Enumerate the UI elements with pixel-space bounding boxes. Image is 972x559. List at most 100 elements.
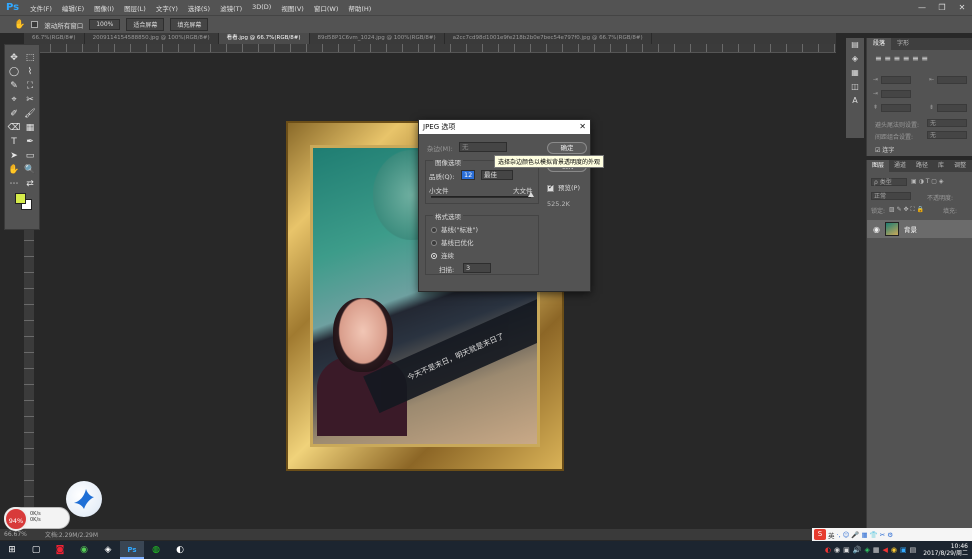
format-option[interactable]: 连续	[431, 250, 454, 260]
emoji-icon[interactable]: ☺	[843, 531, 850, 539]
swatches-icon[interactable]: ▦	[846, 66, 864, 80]
tray-app-icon[interactable]: ▣	[843, 546, 850, 554]
healing-brush-icon[interactable]: ⌖	[6, 93, 22, 107]
lasso-tool-icon[interactable]: ◯	[6, 65, 22, 79]
type-tool-icon[interactable]: T	[6, 135, 22, 149]
qq-icon[interactable]: ◈	[96, 541, 120, 559]
tab-document-active[interactable]: 看看.jpg @ 66.7%(RGB/8#)	[218, 33, 310, 44]
brush-tool-icon[interactable]: 🖌	[22, 107, 38, 121]
path-tool-icon[interactable]: ✒	[22, 135, 38, 149]
crop-tool-icon[interactable]: ⛶	[22, 79, 38, 93]
gradient-tool-icon[interactable]: ▦	[22, 121, 38, 135]
quality-slider[interactable]	[431, 196, 531, 198]
hand-icon[interactable]: ✋	[14, 20, 25, 30]
check-icon[interactable]	[547, 183, 554, 192]
layer-row[interactable]: ◉ 背景	[867, 220, 972, 238]
memory-percent-badge[interactable]: 94%	[4, 507, 28, 531]
sogou-icon[interactable]: S	[814, 529, 826, 540]
maximize-button[interactable]: ❐	[932, 0, 952, 15]
filezilla-icon[interactable]: ◙	[48, 541, 72, 559]
bird-assistant-icon[interactable]	[66, 481, 102, 517]
settings-icon[interactable]: ⚙	[887, 531, 893, 539]
properties-icon[interactable]: ◈	[846, 52, 864, 66]
lock-icons[interactable]: ▨ ✎ ✥ ⛶ 🔒	[889, 206, 924, 214]
wechat-icon[interactable]: ◍	[144, 541, 168, 559]
kinsoku-select[interactable]: 无	[927, 119, 967, 127]
tab-layers[interactable]: 图层	[867, 160, 890, 172]
ime-language[interactable]: 英	[828, 530, 835, 540]
swap-colors-icon[interactable]: ⇄	[22, 177, 38, 191]
align-icons[interactable]: ≡ ≡ ≡ ≡ ≡ ≡	[875, 54, 928, 63]
microphone-icon[interactable]: 🎤	[851, 531, 859, 539]
volume-icon[interactable]: 🔊	[853, 546, 862, 554]
more-tools-icon[interactable]: ⋯	[6, 177, 22, 191]
path-select-icon[interactable]: ➤	[6, 149, 22, 163]
indent-right-input[interactable]	[937, 76, 967, 84]
tab-paths[interactable]: 路径	[911, 160, 933, 172]
tray-app-icon[interactable]: ◉	[891, 546, 897, 554]
menu-file[interactable]: 文件(F)	[25, 3, 57, 13]
tray-app-icon[interactable]: ◐	[825, 546, 831, 554]
zoom-100-button[interactable]: 100%	[89, 19, 121, 30]
menu-window[interactable]: 窗口(W)	[309, 3, 344, 13]
eye-icon[interactable]: ◉	[873, 225, 880, 234]
tab-channels[interactable]: 通道	[889, 160, 911, 172]
fill-screen-button[interactable]: 填充屏幕	[170, 18, 209, 31]
filter-icons[interactable]: ▣ ◑ T ▢ ◈	[911, 178, 943, 185]
tray-app-icon[interactable]: ◉	[834, 546, 840, 554]
space-before-input[interactable]	[881, 104, 911, 112]
tab-document[interactable]: 66.7%(RGB/8#)	[24, 33, 85, 44]
layer-filter-select[interactable]: ρ 类型	[871, 178, 907, 186]
zoom-tool-icon[interactable]: 🔍	[22, 163, 38, 177]
menu-layer[interactable]: 图层(L)	[119, 3, 151, 13]
pen-tool-icon[interactable]: ✐	[6, 107, 22, 121]
radio-baseline-standard[interactable]	[431, 227, 437, 233]
menu-select[interactable]: 选择(S)	[183, 3, 215, 13]
punctuation-icon[interactable]: ·,	[837, 531, 841, 539]
matte-select[interactable]: 无	[459, 142, 507, 152]
photoshop-taskbar-icon[interactable]: Ps	[120, 541, 144, 559]
indent-left-input[interactable]	[881, 76, 911, 84]
menu-type[interactable]: 文字(Y)	[151, 3, 183, 13]
tools-icon[interactable]: ✂	[880, 531, 885, 539]
hand-tool-icon[interactable]: ✋	[6, 163, 22, 177]
shape-tool-icon[interactable]: ▭	[22, 149, 38, 163]
adjustments-icon[interactable]: ◫	[846, 80, 864, 94]
eyedropper-icon[interactable]: ✎	[6, 79, 22, 93]
radio-baseline-optimized[interactable]	[431, 240, 437, 246]
space-after-input[interactable]	[937, 104, 967, 112]
task-view-icon[interactable]: ▢	[24, 541, 48, 559]
eraser-tool-icon[interactable]: ⌫	[6, 121, 22, 135]
quality-input[interactable]: 12	[461, 170, 475, 180]
skin-icon[interactable]: 👕	[870, 531, 878, 539]
menu-view[interactable]: 视图(V)	[276, 3, 309, 13]
tab-adjustments[interactable]: 调整	[949, 160, 971, 172]
character-icon[interactable]: A	[846, 94, 864, 108]
blend-mode-select[interactable]: 正常	[871, 192, 911, 200]
dialog-titlebar[interactable]: JPEG 选项 ✕	[419, 120, 590, 134]
scroll-all-checkbox[interactable]	[31, 21, 39, 28]
format-option[interactable]: 基线已优化	[431, 237, 474, 247]
radio-progressive[interactable]	[431, 253, 437, 259]
keyboard-icon[interactable]: ▦	[862, 531, 868, 539]
magic-wand-icon[interactable]: ⌇	[22, 65, 38, 79]
minimize-button[interactable]: —	[912, 0, 932, 15]
tab-libraries[interactable]: 库	[933, 160, 949, 172]
slice-tool-icon[interactable]: ✂	[22, 93, 38, 107]
tray-app-icon[interactable]: ◀	[882, 546, 887, 554]
tray-app-icon[interactable]: ▦	[873, 546, 880, 554]
mojikumi-select[interactable]: 无	[927, 131, 967, 139]
media-icon[interactable]: ◐	[168, 541, 192, 559]
marquee-tool-icon[interactable]: ⬚	[22, 51, 38, 65]
move-tool-icon[interactable]: ✥	[6, 51, 22, 65]
tab-document[interactable]: a2cc7cd98d1001e9fe218b2b0e7bec54e797f0.j…	[445, 33, 652, 44]
scans-select[interactable]: 3	[463, 263, 491, 273]
tab-document[interactable]: 89d58P1C6vm_1024.jpg @ 100%(RGB/8#)	[310, 33, 445, 44]
foreground-color-swatch[interactable]	[15, 193, 26, 204]
history-icon[interactable]: ▤	[846, 38, 864, 52]
ok-button[interactable]: 确定	[547, 142, 587, 154]
network-icon[interactable]: ▤	[910, 546, 917, 554]
hyphenate-checkbox[interactable]: ☑ 连字	[875, 145, 894, 154]
dialog-close-icon[interactable]: ✕	[579, 120, 586, 134]
start-button[interactable]: ⊞	[0, 541, 24, 559]
